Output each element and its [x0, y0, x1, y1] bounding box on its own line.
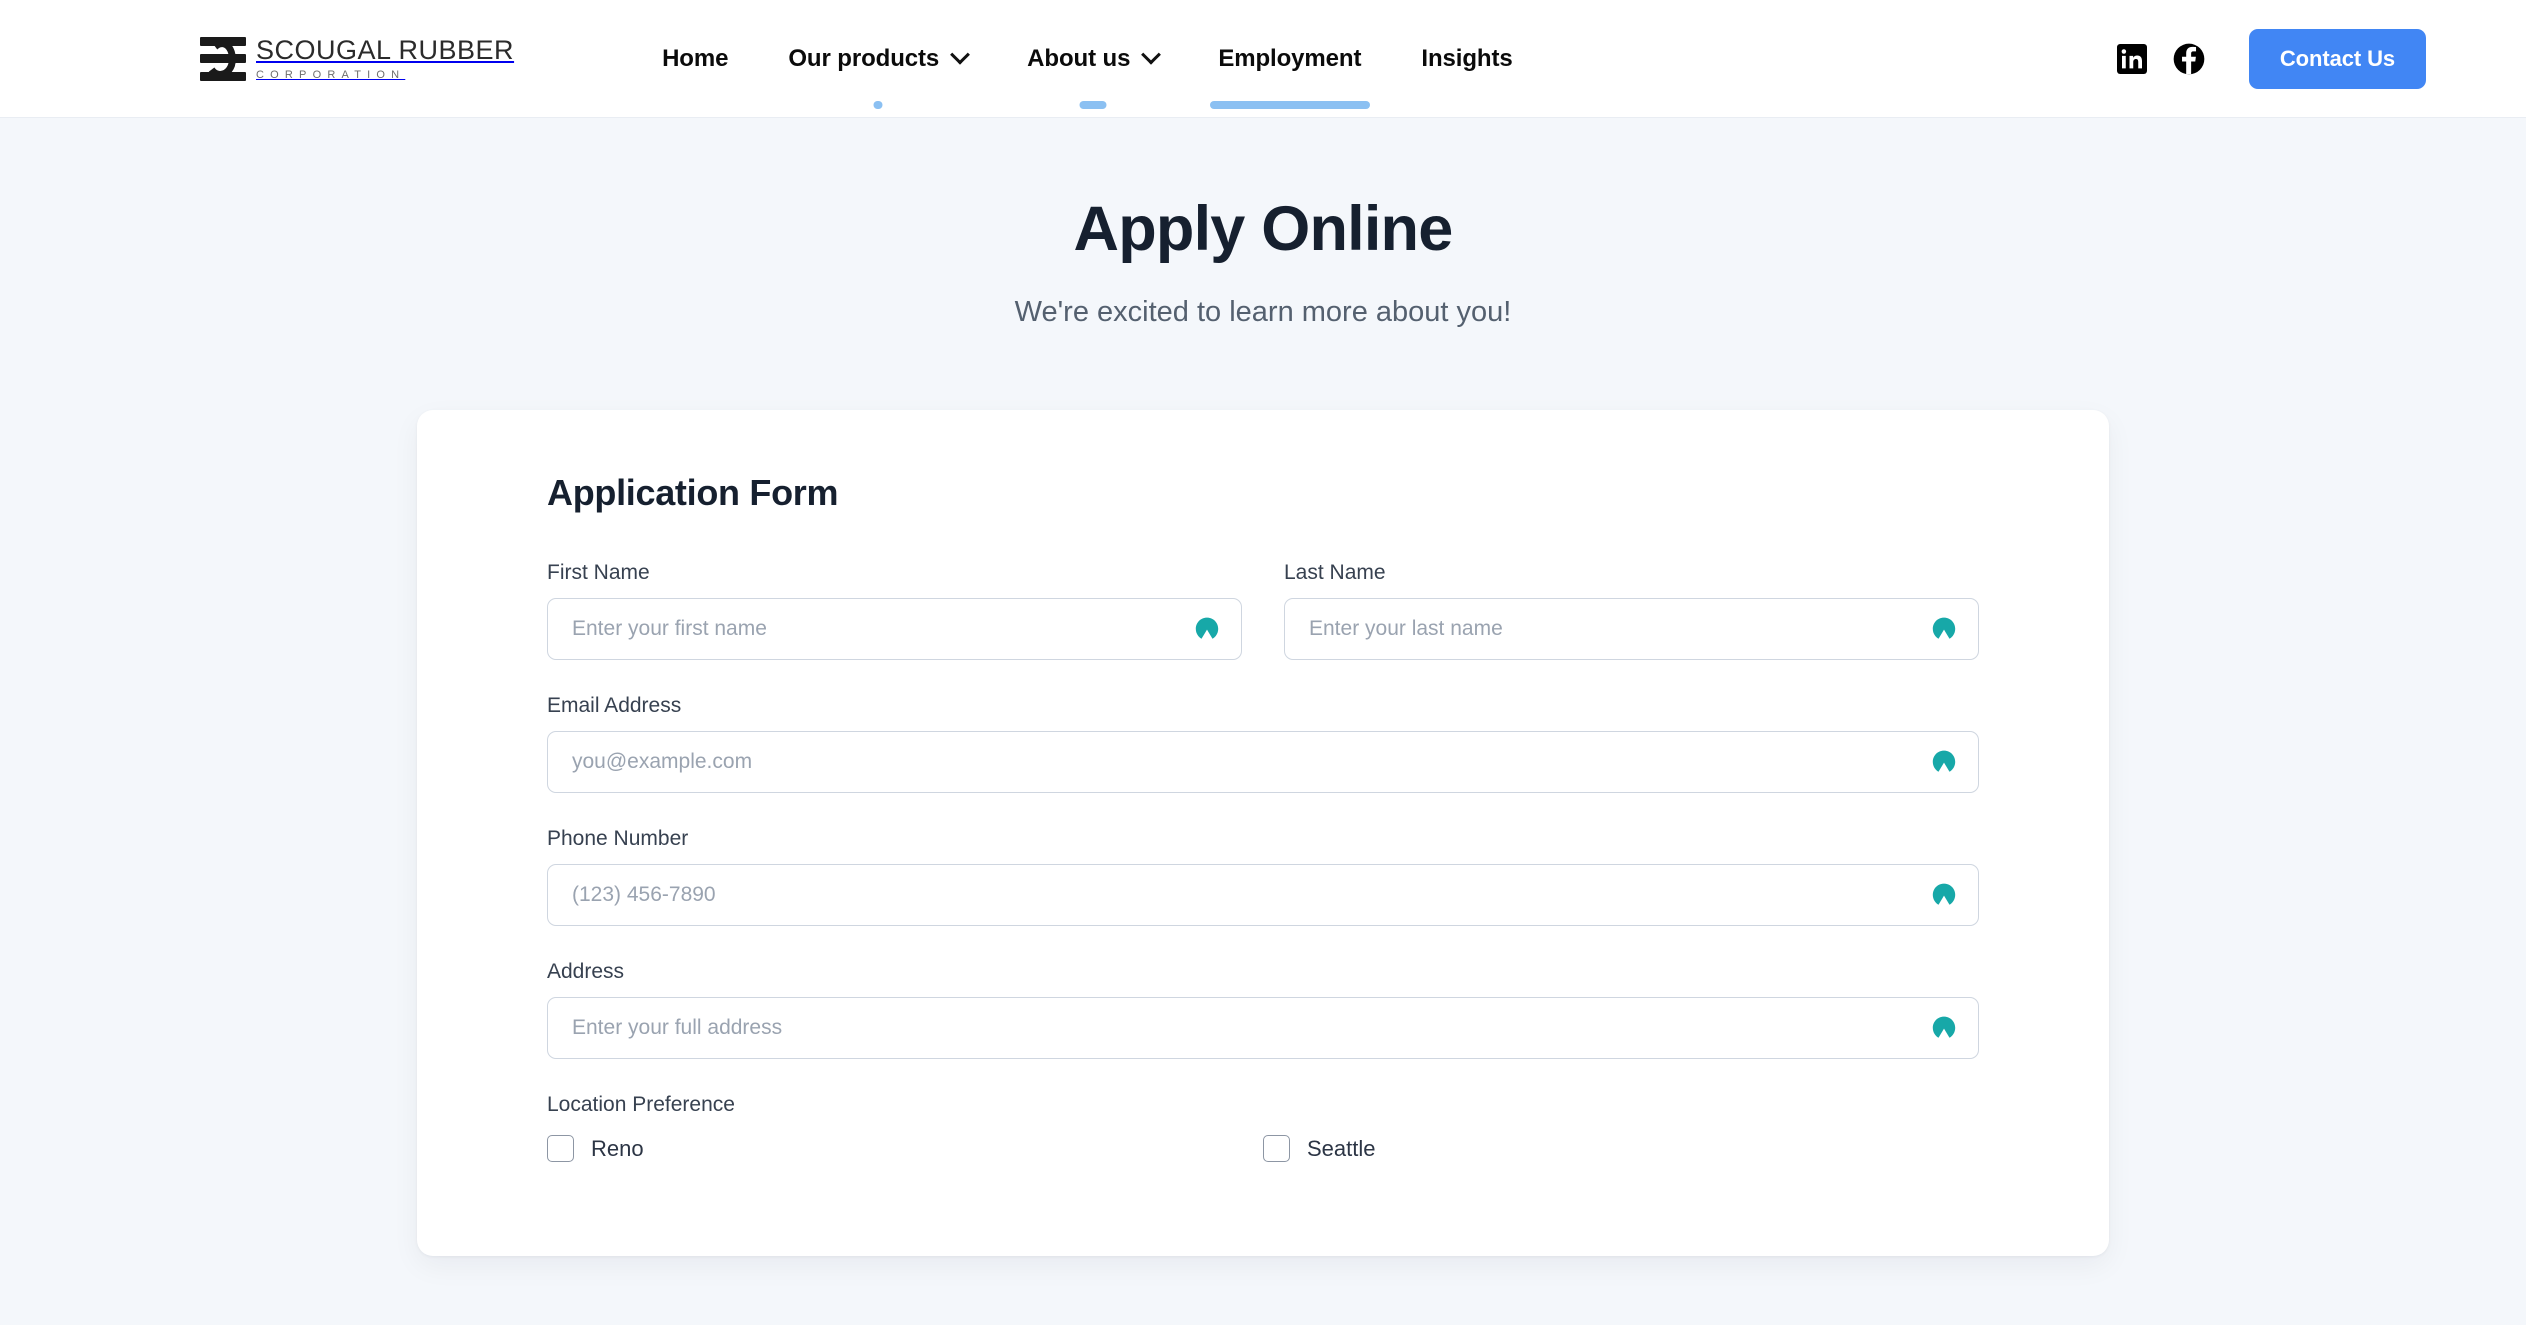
name-field-row: First Name Last Name — [547, 561, 1979, 661]
last-name-label: Last Name — [1284, 561, 1386, 585]
phone-input[interactable] — [547, 864, 1979, 927]
nav-item-our-products[interactable]: Our products — [758, 0, 997, 118]
checkbox-label: Seattle — [1307, 1135, 1376, 1161]
last-name-input[interactable] — [1284, 598, 1979, 661]
nav-item-insights[interactable]: Insights — [1391, 0, 1542, 118]
checkbox-box[interactable] — [1263, 1135, 1290, 1163]
logo-wordmark: SCOUGAL RUBBER CORPORATION — [256, 34, 515, 81]
location-preference-label: Location Preference — [547, 1093, 735, 1117]
address-label: Address — [547, 960, 625, 984]
location-preference-group: Location Preference Reno Seattle — [547, 1093, 1979, 1163]
nav-underline-about-us — [1079, 100, 1107, 109]
chevron-down-icon — [1141, 44, 1162, 65]
first-name-label: First Name — [547, 561, 650, 585]
address-field: Address — [547, 960, 1979, 1060]
nav-label: Home — [662, 44, 729, 72]
contact-us-button[interactable]: Contact Us — [2248, 28, 2426, 89]
first-name-input[interactable] — [547, 598, 1242, 661]
page-title: Apply Online — [1073, 194, 1454, 264]
checkbox-label: Reno — [591, 1135, 644, 1161]
site-logo[interactable]: SCOUGAL RUBBER CORPORATION — [200, 35, 514, 83]
page-body: Apply Online We're excited to learn more… — [0, 118, 2526, 1325]
location-checkbox-reno[interactable]: Reno — [547, 1135, 1263, 1163]
main-navigation: Home Our products About us Employment In… — [632, 0, 1543, 118]
phone-label: Phone Number — [547, 827, 689, 851]
logo-title: SCOUGAL RUBBER — [256, 34, 515, 65]
nav-label: Our products — [788, 44, 940, 72]
email-input[interactable] — [547, 731, 1979, 794]
nav-label: Insights — [1421, 44, 1513, 72]
page-subtitle: We're excited to learn more about you! — [1014, 296, 1512, 329]
logo-subtitle: CORPORATION — [256, 68, 406, 81]
facebook-icon[interactable] — [2173, 43, 2205, 75]
application-form-card: Application Form First Name Last Name — [417, 410, 2109, 1257]
linkedin-icon[interactable] — [2116, 43, 2147, 74]
phone-field: Phone Number — [547, 827, 1979, 927]
last-name-field: Last Name — [1284, 561, 1979, 661]
address-input[interactable] — [547, 997, 1979, 1060]
chevron-down-icon — [950, 44, 971, 65]
site-header: SCOUGAL RUBBER CORPORATION Home Our prod… — [0, 0, 2526, 118]
nav-underline-employment — [1209, 100, 1370, 109]
form-heading: Application Form — [547, 472, 839, 514]
checkbox-box[interactable] — [547, 1135, 574, 1163]
header-actions: Contact Us — [2116, 28, 2426, 89]
nav-item-home[interactable]: Home — [632, 0, 758, 118]
nav-item-about-us[interactable]: About us — [997, 0, 1188, 118]
nav-label: Employment — [1218, 44, 1362, 72]
nav-underline-our-products — [873, 100, 883, 109]
email-label: Email Address — [547, 694, 682, 718]
nav-item-employment[interactable]: Employment — [1188, 0, 1391, 118]
nav-label: About us — [1027, 44, 1131, 72]
scougal-logo-mark — [200, 35, 246, 83]
location-checkbox-seattle[interactable]: Seattle — [1263, 1135, 1979, 1163]
email-field: Email Address — [547, 694, 1979, 794]
hero-section: Apply Online We're excited to learn more… — [0, 118, 2526, 329]
first-name-field: First Name — [547, 561, 1242, 661]
